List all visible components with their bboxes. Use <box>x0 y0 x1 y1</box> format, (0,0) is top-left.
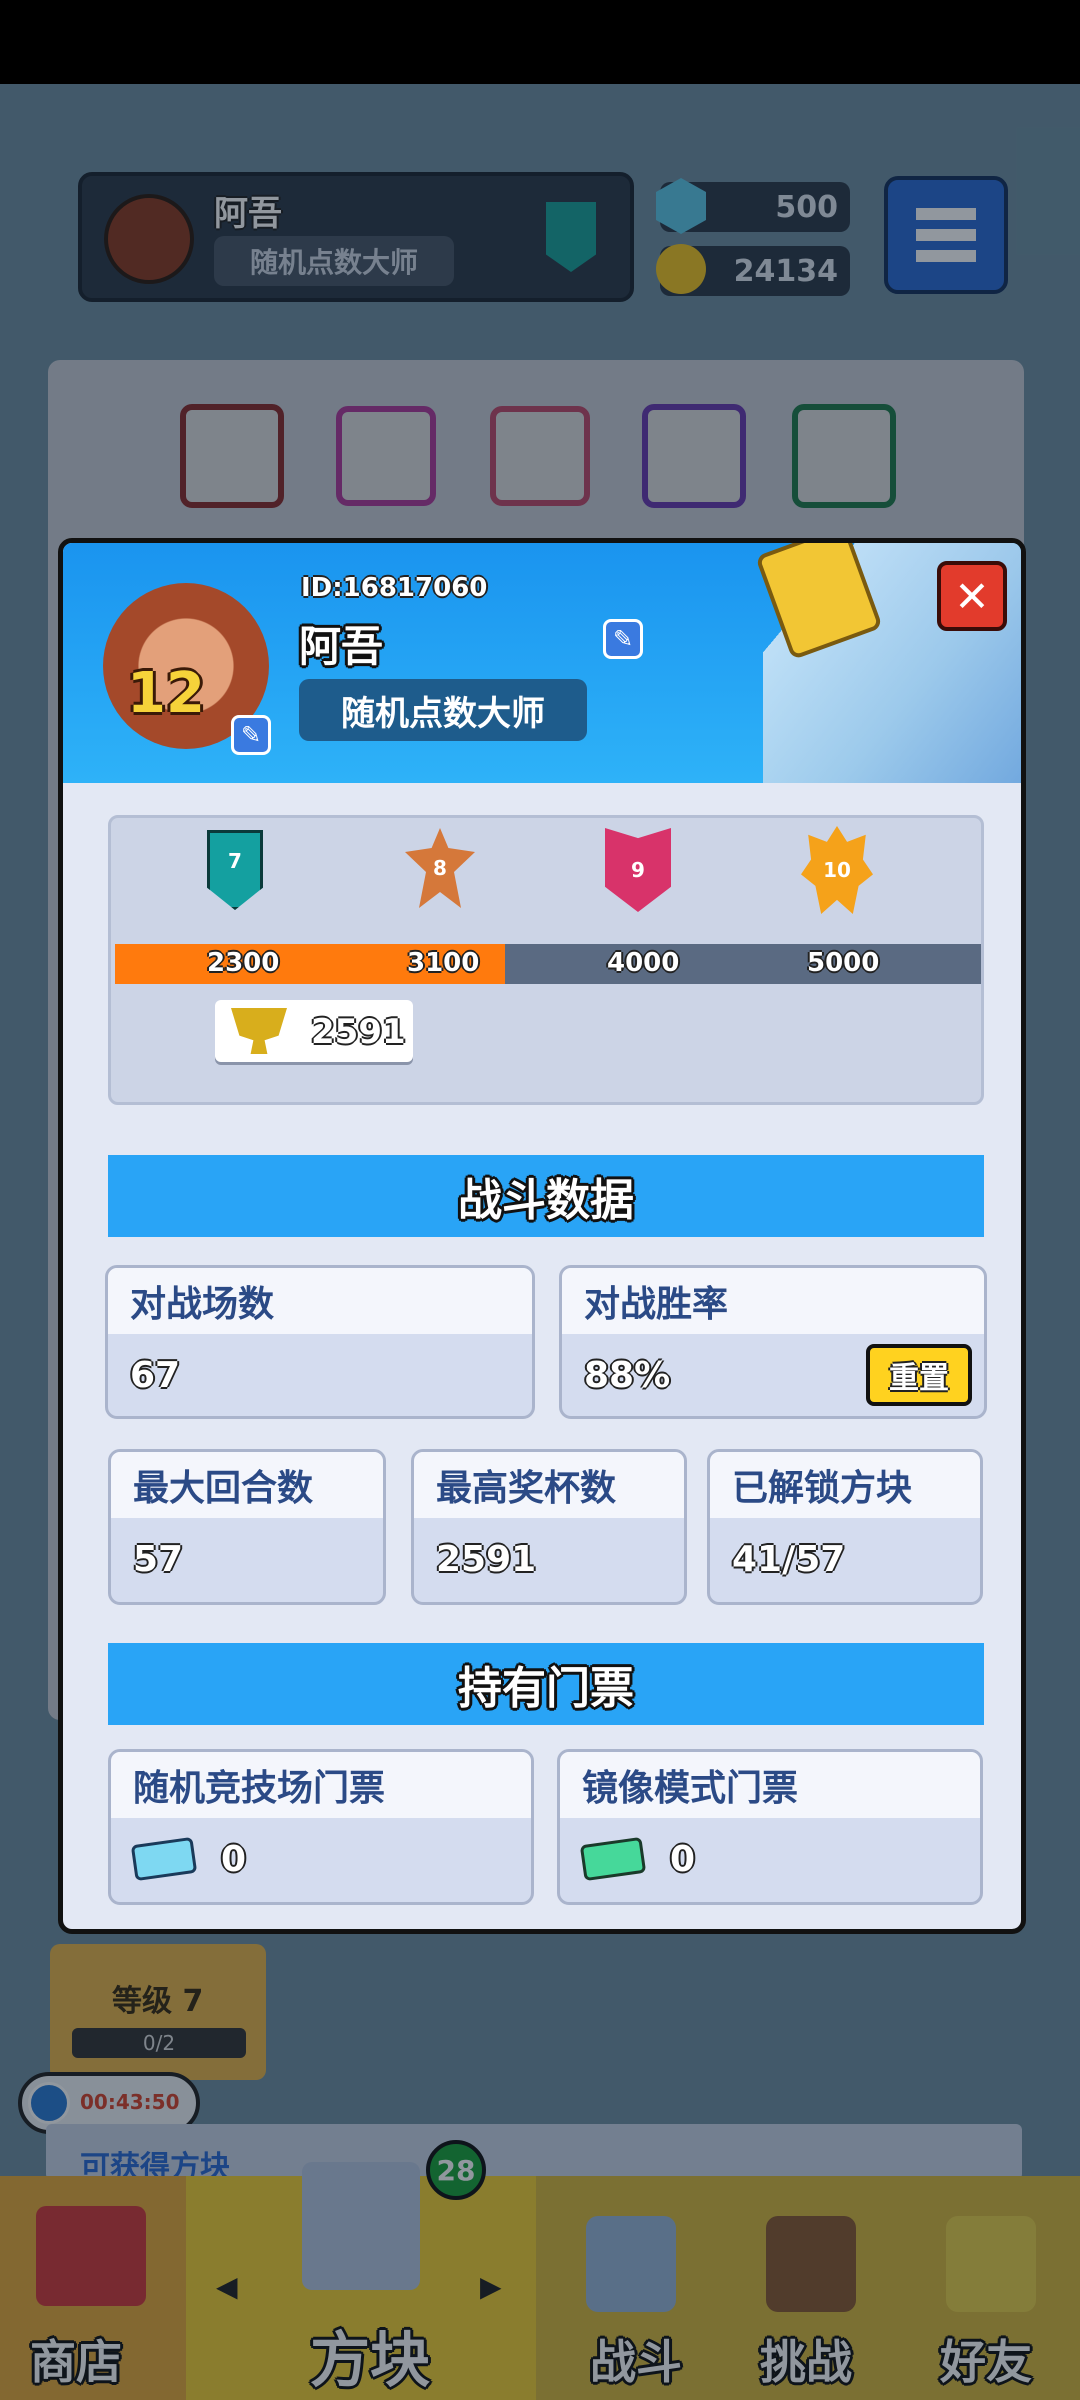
trophy-icon <box>231 1008 287 1054</box>
current-trophies: 2591 <box>311 1012 406 1052</box>
matches-card: 对战场数 67 <box>105 1265 535 1419</box>
rank-threshold-2300: 2300 <box>207 948 280 978</box>
edit-name-button[interactable]: ✎ <box>603 619 643 659</box>
max-rounds-card: 最大回合数 57 <box>108 1449 386 1605</box>
mirror-ticket-icon <box>579 1836 647 1882</box>
dialog-header: 12 ✎ ID:16817060 阿吾 ✎ 随机点数大师 ✕ <box>63 543 1021 783</box>
battle-data-header: 战斗数据 <box>108 1155 984 1237</box>
level-number: 12 <box>127 661 205 726</box>
current-trophy-chip: 2591 <box>215 1000 413 1062</box>
rank-progress-card: 7 8 9 10 2300 3100 4000 5000 2591 <box>108 815 984 1105</box>
rank-badge-7: 7 <box>207 830 263 910</box>
matches-value: 67 <box>130 1354 181 1396</box>
mirror-ticket-label: 镜像模式门票 <box>582 1768 799 1809</box>
max-rounds-value: 57 <box>133 1538 184 1580</box>
rank-threshold-5000: 5000 <box>807 948 880 978</box>
edit-avatar-button[interactable]: ✎ <box>231 715 271 755</box>
title-plate[interactable]: 随机点数大师 <box>299 679 587 741</box>
arena-ticket-label: 随机竞技场门票 <box>133 1768 386 1809</box>
rank-threshold-4000: 4000 <box>607 948 680 978</box>
close-button[interactable]: ✕ <box>937 561 1007 631</box>
tickets-header: 持有门票 <box>108 1643 984 1725</box>
profile-dialog: 12 ✎ ID:16817060 阿吾 ✎ 随机点数大师 ✕ 7 8 9 10 … <box>58 538 1026 1934</box>
rank-threshold-3100: 3100 <box>407 948 480 978</box>
max-trophies-card: 最高奖杯数 2591 <box>411 1449 687 1605</box>
win-rate-value: 88% <box>584 1354 671 1396</box>
max-trophies-value: 2591 <box>436 1538 537 1580</box>
arena-ticket-count: 0 <box>221 1838 247 1880</box>
trophy-progress-track: 2300 3100 4000 5000 <box>115 944 981 984</box>
rank-badge-8: 8 <box>405 828 475 908</box>
matches-label: 对战场数 <box>130 1284 275 1325</box>
mirror-ticket-card: 镜像模式门票 0 <box>557 1749 983 1905</box>
dialog-player-title: 随机点数大师 <box>341 693 545 734</box>
dialog-player-name: 阿吾 <box>299 622 384 671</box>
mirror-ticket-count: 0 <box>670 1838 696 1880</box>
win-rate-card: 对战胜率 88% 重置 <box>559 1265 987 1419</box>
pencil-icon: ✎ <box>240 721 262 749</box>
player-id: ID:16817060 <box>301 573 488 603</box>
win-rate-label: 对战胜率 <box>584 1284 729 1325</box>
unlocked-blocks-value: 41/57 <box>732 1538 846 1580</box>
arena-ticket-card: 随机竞技场门票 0 <box>108 1749 534 1905</box>
max-trophies-label: 最高奖杯数 <box>436 1468 617 1509</box>
reset-button-label: 重置 <box>889 1361 949 1396</box>
rank-badge-9: 9 <box>605 828 671 912</box>
pencil-icon: ✎ <box>612 625 634 653</box>
reset-button[interactable]: 重置 <box>866 1344 972 1406</box>
close-icon: ✕ <box>954 571 990 621</box>
arena-ticket-icon <box>130 1836 198 1882</box>
unlocked-blocks-label: 已解锁方块 <box>732 1468 913 1509</box>
max-rounds-label: 最大回合数 <box>133 1468 314 1509</box>
rank-badge-10: 10 <box>801 826 873 914</box>
unlocked-blocks-card: 已解锁方块 41/57 <box>707 1449 983 1605</box>
